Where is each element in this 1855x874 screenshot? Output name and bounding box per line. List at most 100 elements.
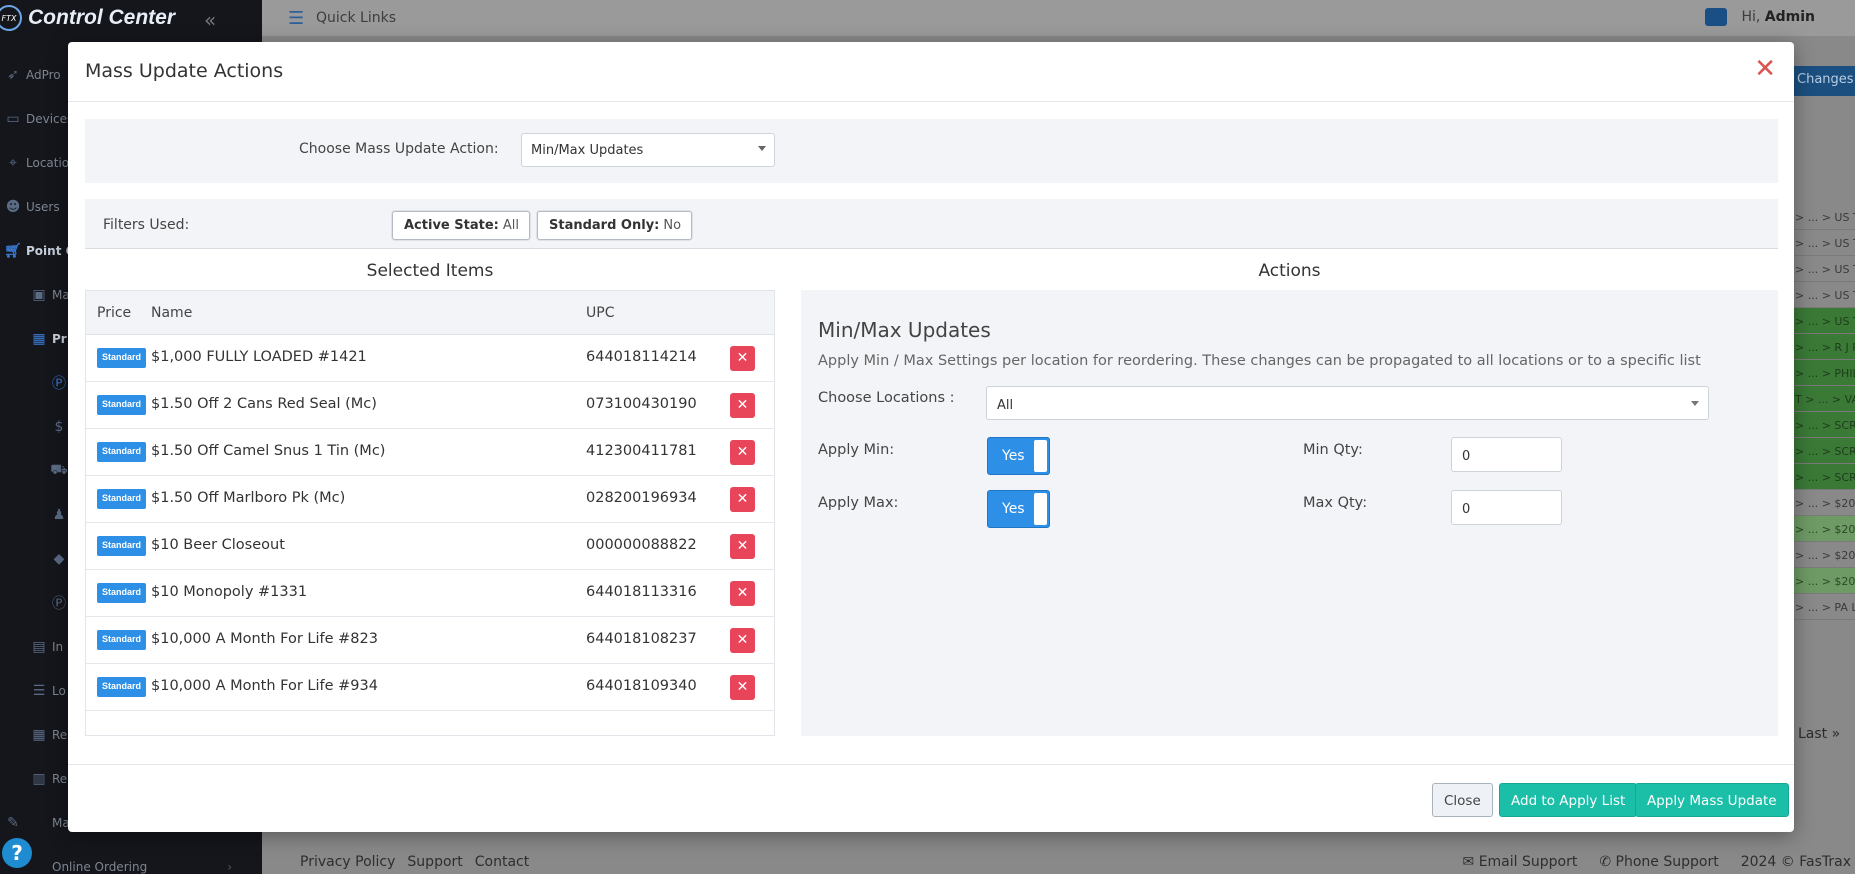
sidebar-item-label: Devices xyxy=(26,112,74,126)
table-row: Standard $10 Beer Closeout 000000088822 … xyxy=(86,523,774,570)
remove-item-button[interactable]: ✕ xyxy=(730,487,755,512)
action-select-value: Min/Max Updates xyxy=(531,143,644,158)
item-name: $1.50 Off Marlboro Pk (Mc) xyxy=(151,490,346,506)
devices-icon: ▭ xyxy=(6,111,20,127)
remove-item-button[interactable]: ✕ xyxy=(730,534,755,559)
table-row: Standard $1,000 FULLY LOADED #1421 64401… xyxy=(86,335,774,382)
filter-key: Active State: xyxy=(404,218,499,233)
remove-item-button[interactable]: ✕ xyxy=(730,346,755,371)
apply-min-toggle[interactable]: Yes xyxy=(987,437,1050,475)
user-area: Hi, Admin xyxy=(1705,8,1815,26)
table-row: Standard $1.50 Off Marlboro Pk (Mc) 0282… xyxy=(86,476,774,523)
email-support-label: Email Support xyxy=(1478,854,1578,870)
apply-mass-update-button[interactable]: Apply Mass Update xyxy=(1635,783,1789,817)
sidebar-collapse-icon[interactable]: « xyxy=(204,8,216,32)
price-badge: Standard xyxy=(97,395,147,415)
calculator-icon: ▦ xyxy=(32,331,46,347)
grid-icon: ▦ xyxy=(32,727,46,743)
max-qty-input[interactable]: 0 xyxy=(1451,490,1562,525)
remove-item-button[interactable]: ✕ xyxy=(730,393,755,418)
phone-support-link[interactable]: ✆ Phone Support xyxy=(1599,854,1718,870)
save-changes-button[interactable]: Changes xyxy=(1793,66,1855,96)
app-title: Control Center xyxy=(28,6,175,29)
pagination-last-link[interactable]: Last » xyxy=(1798,726,1840,742)
filters-label: Filters Used: xyxy=(103,217,190,233)
table-row: > ... > US T xyxy=(1793,204,1855,230)
table-row: > ... > US T xyxy=(1793,256,1855,282)
menu-icon[interactable]: ☰ xyxy=(288,8,308,29)
page-icon: ▣ xyxy=(32,287,46,303)
cart-icon: 🛒︎ xyxy=(4,243,22,259)
user-greeting[interactable]: Hi, Admin xyxy=(1741,9,1815,25)
filter-value: No xyxy=(663,218,682,233)
selected-items-table: Price Name UPC Standard $1,000 FULLY LOA… xyxy=(85,290,775,736)
item-name: $10 Beer Closeout xyxy=(151,537,285,553)
envelope-icon: ✉ xyxy=(1462,854,1475,870)
mass-update-action-select[interactable]: Min/Max Updates xyxy=(521,133,775,167)
close-icon[interactable]: ✕ xyxy=(1754,56,1776,82)
table-row: Standard $10,000 A Month For Life #823 6… xyxy=(86,617,774,664)
sidebar-item-label: Lo xyxy=(52,684,66,698)
modal-header: Mass Update Actions ✕ xyxy=(68,42,1794,102)
table-row: > ... > US T xyxy=(1793,308,1855,334)
table-row: > ... > PA L xyxy=(1793,594,1855,620)
close-button[interactable]: Close xyxy=(1432,783,1493,817)
column-header-price: Price xyxy=(97,305,132,321)
item-name: $10 Monopoly #1331 xyxy=(151,584,308,600)
selected-items-title: Selected Items xyxy=(366,261,494,281)
add-to-apply-list-button[interactable]: Add to Apply List xyxy=(1499,783,1638,817)
chat-icon[interactable] xyxy=(1705,8,1728,26)
sidebar-item-online-ordering[interactable]: Online Ordering › xyxy=(0,845,262,874)
location-icon: ⌖ xyxy=(9,155,17,171)
toggle-state: Yes xyxy=(1002,448,1025,464)
help-icon[interactable]: ? xyxy=(2,838,32,868)
table-row: Standard $10,000 A Month For Life #934 6… xyxy=(86,664,774,711)
toggle-state: Yes xyxy=(1002,501,1025,517)
app-logo[interactable]: FTX Control Center xyxy=(0,0,262,36)
times-icon: ✕ xyxy=(736,585,749,601)
caret-down-icon xyxy=(758,146,766,151)
table-row: > ... > SCRA xyxy=(1793,464,1855,490)
item-name: $1,000 FULLY LOADED #1421 xyxy=(151,349,367,365)
chart-icon: ▤ xyxy=(32,639,46,655)
table-row: > ... > $20 xyxy=(1793,516,1855,542)
page-footer: Privacy Policy Support Contact ✉ Email S… xyxy=(262,852,1855,874)
table-row: > ... > US T xyxy=(1793,282,1855,308)
times-icon: ✕ xyxy=(736,538,749,554)
privacy-policy-link[interactable]: Privacy Policy xyxy=(300,854,395,870)
email-support-link[interactable]: ✉ Email Support xyxy=(1463,854,1578,870)
modal-footer: Close Add to Apply List Apply Mass Updat… xyxy=(68,764,1794,832)
modal-title: Mass Update Actions xyxy=(85,60,284,82)
times-icon: ✕ xyxy=(736,679,749,695)
remove-item-button[interactable]: ✕ xyxy=(730,581,755,606)
sidebar-item-label: In xyxy=(52,640,64,654)
actions-panel: Min/Max Updates Apply Min / Max Settings… xyxy=(801,290,1778,736)
price-badge: Standard xyxy=(97,583,147,603)
times-icon: ✕ xyxy=(736,444,749,460)
min-qty-label: Min Qty: xyxy=(1303,442,1363,458)
table-row: Standard $10 Monopoly #1331 644018113316… xyxy=(86,570,774,617)
choose-locations-select[interactable]: All xyxy=(986,386,1709,420)
support-link[interactable]: Support xyxy=(407,854,462,870)
column-header-upc: UPC xyxy=(586,305,615,321)
item-name: $10,000 A Month For Life #823 xyxy=(151,631,378,647)
remove-item-button[interactable]: ✕ xyxy=(730,628,755,653)
item-name: $10,000 A Month For Life #934 xyxy=(151,678,378,694)
apply-max-label: Apply Max: xyxy=(818,495,899,511)
contact-link[interactable]: Contact xyxy=(475,854,529,870)
copyright-text: 2024 © FasTrax xyxy=(1740,854,1851,870)
filters-panel: Filters Used: Active State: All Standard … xyxy=(85,199,1778,249)
rocket-icon: ➶ xyxy=(7,67,19,83)
logo-badge: FTX xyxy=(0,5,22,31)
price-badge: Standard xyxy=(97,442,147,462)
quick-links-link[interactable]: Quick Links xyxy=(316,10,396,26)
sidebar-item-label: Re xyxy=(52,772,68,786)
price-badge: Standard xyxy=(97,536,147,556)
apply-max-toggle[interactable]: Yes xyxy=(987,490,1050,528)
remove-item-button[interactable]: ✕ xyxy=(730,440,755,465)
min-qty-input[interactable]: 0 xyxy=(1451,437,1562,472)
toggle-knob xyxy=(1034,493,1047,525)
remove-item-button[interactable]: ✕ xyxy=(730,675,755,700)
table-row: T > ... > VA xyxy=(1793,386,1855,412)
table-row: > ... > SCRA xyxy=(1793,438,1855,464)
